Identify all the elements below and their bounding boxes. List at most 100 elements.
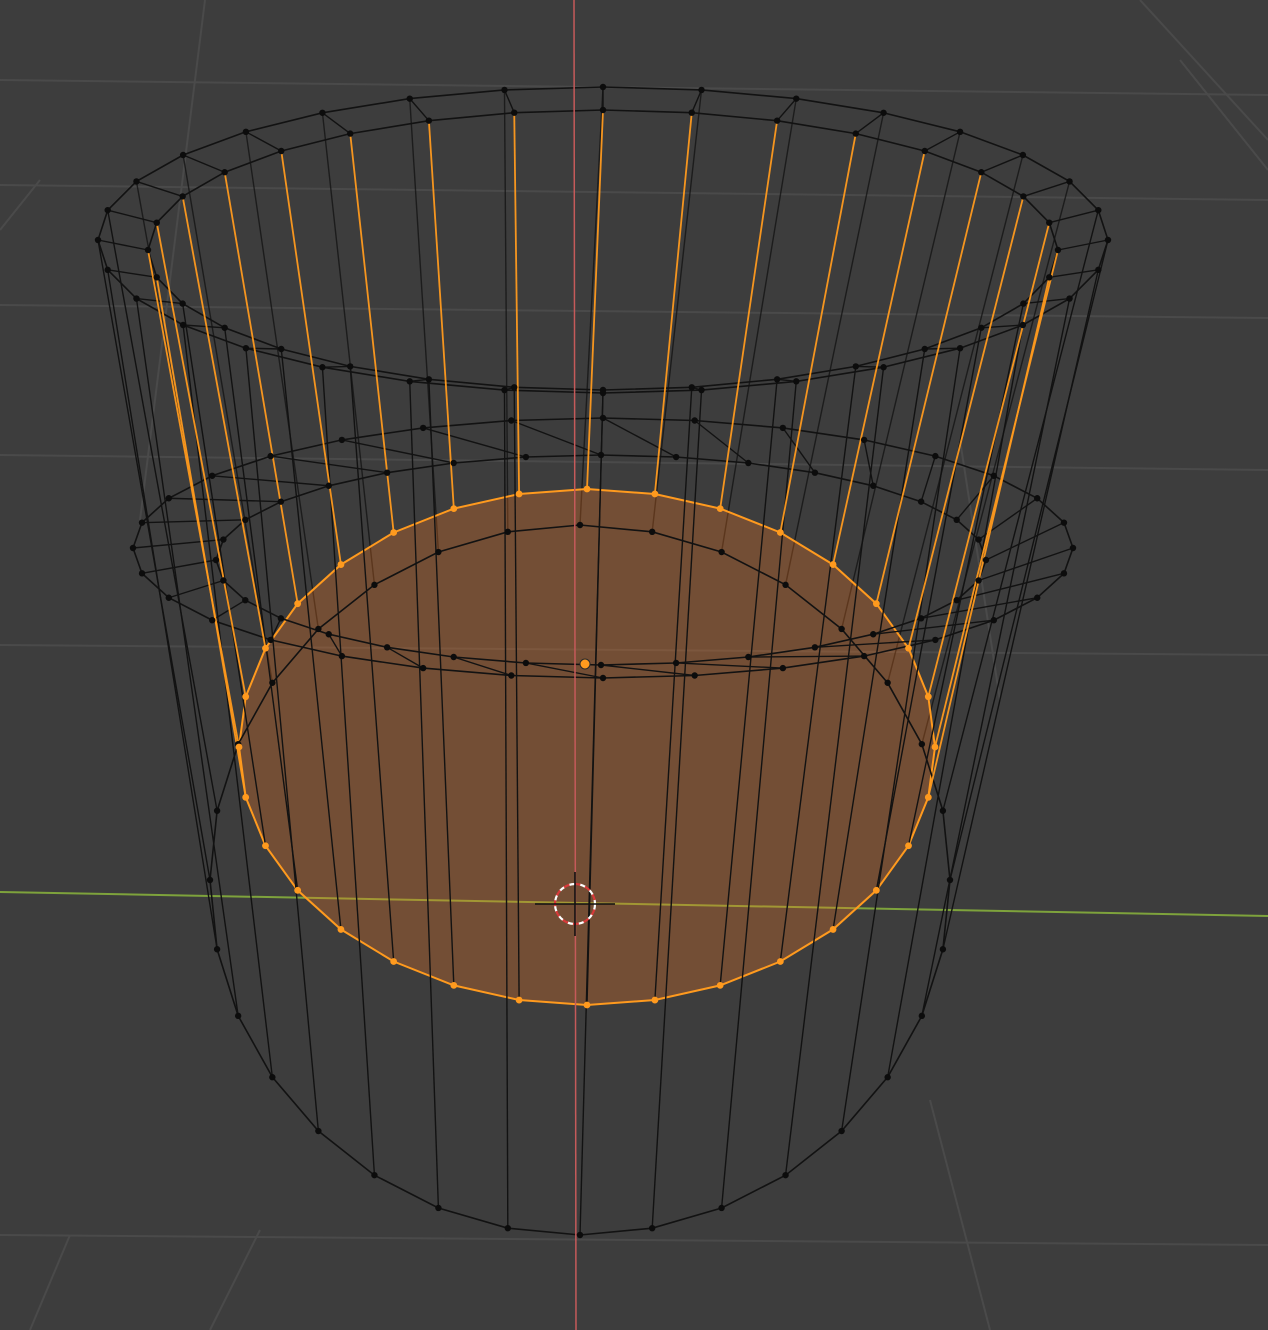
vertex <box>508 672 515 679</box>
vertex <box>698 86 705 94</box>
vertex <box>165 495 172 502</box>
vertex <box>1069 544 1077 552</box>
vertex <box>1046 219 1053 226</box>
vertex <box>419 664 427 672</box>
vertex <box>234 1012 242 1020</box>
vertex <box>773 376 781 383</box>
vertex <box>450 459 457 467</box>
vertex <box>597 661 605 669</box>
vertex <box>978 324 985 331</box>
vertex <box>811 469 819 476</box>
vertex <box>884 679 891 686</box>
vertex <box>688 109 695 116</box>
vertex <box>1104 236 1112 244</box>
vertex <box>138 519 146 526</box>
vertex <box>104 206 111 214</box>
vertex <box>956 128 964 136</box>
vertex <box>419 424 427 432</box>
vertex <box>383 644 391 651</box>
vertex <box>277 615 285 622</box>
vertex <box>576 521 584 529</box>
vertex <box>793 378 800 385</box>
vertex <box>144 246 152 254</box>
vertex <box>319 109 326 116</box>
vertex <box>406 95 413 102</box>
vertex <box>691 417 698 424</box>
vertex <box>1020 300 1027 307</box>
vertex <box>522 659 530 667</box>
selected-vertex <box>450 505 458 513</box>
vertex <box>213 807 221 814</box>
selected-vertex <box>716 505 724 513</box>
vertex <box>990 617 997 624</box>
selected-vertex <box>390 958 398 965</box>
vertex <box>213 946 221 953</box>
vertex <box>371 581 378 589</box>
selected-vertex <box>776 958 784 965</box>
vertex <box>932 636 939 644</box>
vertex <box>267 452 274 460</box>
vertex <box>880 109 887 116</box>
selected-vertex <box>931 743 939 751</box>
vertex <box>852 363 859 370</box>
vertex <box>220 577 227 584</box>
vertex <box>501 386 508 394</box>
vertex <box>104 266 111 274</box>
vertex <box>242 516 249 524</box>
vertex <box>508 417 515 424</box>
3d-viewport[interactable] <box>0 0 1268 1330</box>
selected-vertex <box>450 981 458 989</box>
vertex <box>269 679 276 686</box>
vertex <box>946 876 954 884</box>
vertex <box>860 652 868 660</box>
selected-vertex <box>651 490 659 498</box>
vertex <box>278 345 285 353</box>
vertex <box>648 528 656 536</box>
vertex <box>870 482 877 489</box>
vertex <box>917 615 925 622</box>
vertex <box>242 344 250 352</box>
vertex <box>138 570 146 577</box>
vertex <box>939 946 947 953</box>
vertex <box>691 672 698 679</box>
vertex <box>267 636 274 644</box>
vertex <box>338 436 346 444</box>
vertex <box>221 169 228 176</box>
vertex <box>1034 495 1041 502</box>
vertex <box>371 1171 378 1179</box>
vertex <box>179 193 186 200</box>
vertex <box>918 1012 926 1020</box>
vertex <box>511 109 518 116</box>
vertex <box>347 130 354 137</box>
vertex <box>153 219 160 226</box>
ledge-edge <box>748 655 865 658</box>
vertex <box>1020 193 1027 200</box>
vertex <box>975 536 982 543</box>
vertex <box>1054 246 1062 254</box>
vertex <box>220 536 227 543</box>
vertex <box>688 384 695 391</box>
vertex <box>269 1074 276 1081</box>
selected-vertex <box>242 693 250 701</box>
vertex <box>1066 178 1073 185</box>
selected-vertex <box>294 600 302 608</box>
vertex <box>504 528 512 536</box>
vertex <box>383 469 391 476</box>
selected-vertex <box>235 743 243 751</box>
vertex <box>242 596 249 604</box>
rim-edge <box>245 347 282 350</box>
vertex <box>221 324 228 331</box>
vertex <box>718 548 725 556</box>
vertex <box>179 321 187 329</box>
selected-vertex <box>829 926 837 933</box>
vertex <box>599 83 607 91</box>
vertex <box>672 659 680 667</box>
selected-vertex <box>872 600 880 608</box>
vertex <box>811 644 819 651</box>
vertex <box>347 363 354 370</box>
selected-vertex <box>872 886 880 894</box>
vertex <box>672 453 680 461</box>
vertex <box>242 128 250 136</box>
vertex <box>599 674 607 682</box>
vertex <box>319 364 326 371</box>
